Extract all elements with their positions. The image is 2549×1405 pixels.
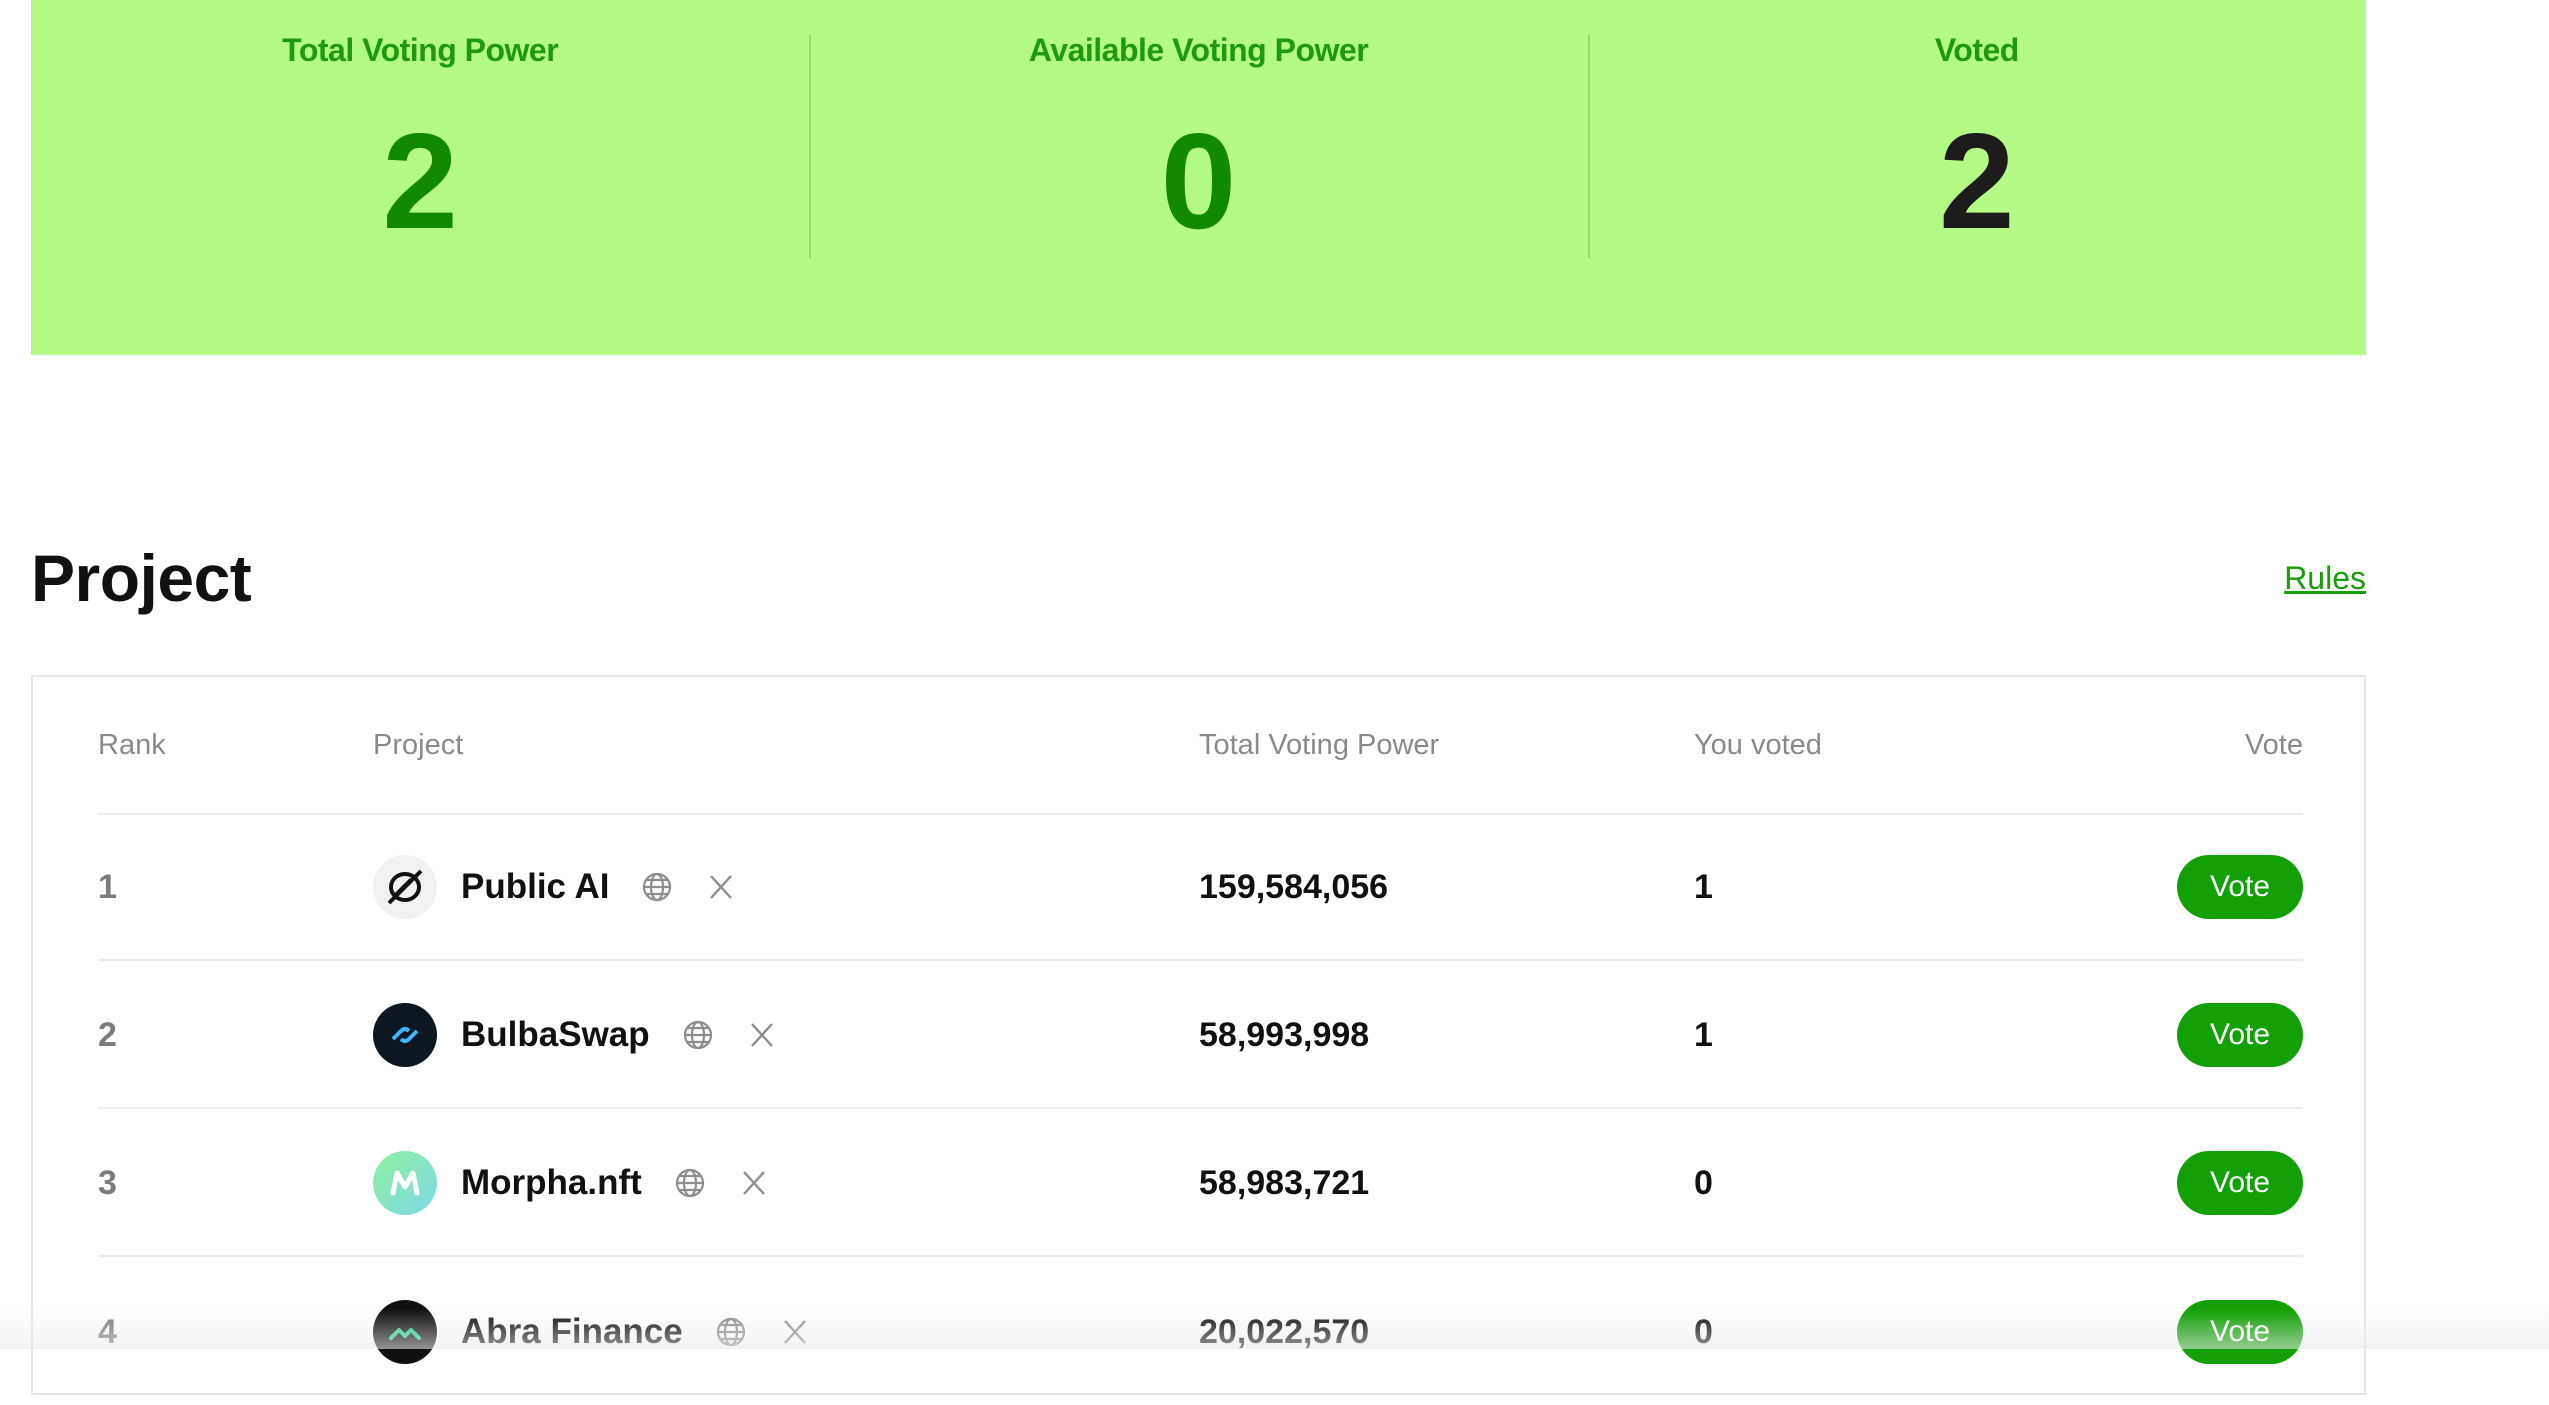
x-icon[interactable] <box>736 1165 772 1201</box>
globe-icon[interactable] <box>713 1314 749 1350</box>
total-voting-power-stat: Total Voting Power 2 <box>31 0 809 355</box>
morpha-logo-icon <box>373 1151 437 1215</box>
section-title: Project <box>31 540 251 616</box>
row-rank: 1 <box>98 868 117 906</box>
row-you-voted: 1 <box>1694 868 1713 906</box>
voted-stat: Voted 2 <box>1588 0 2366 355</box>
voted-value: 2 <box>1588 113 2366 249</box>
vote-button[interactable]: Vote <box>2177 1003 2303 1067</box>
voted-label: Voted <box>1588 32 2366 69</box>
rules-link[interactable]: Rules <box>2284 560 2366 597</box>
globe-icon[interactable] <box>639 869 675 905</box>
project-name: Public AI <box>461 867 609 907</box>
available-voting-power-value: 0 <box>809 113 1587 249</box>
table-row: 3 Morpha.nft 58,983,721 0 Vote <box>98 1111 2303 1257</box>
project-name: Morpha.nft <box>461 1163 642 1203</box>
row-you-voted: 0 <box>1694 1164 1713 1202</box>
x-icon[interactable] <box>777 1314 813 1350</box>
vote-button[interactable]: Vote <box>2177 855 2303 919</box>
globe-icon[interactable] <box>672 1165 708 1201</box>
row-rank: 4 <box>98 1313 117 1351</box>
row-you-voted: 1 <box>1694 1016 1713 1054</box>
abra-finance-logo-icon <box>373 1300 437 1364</box>
row-total-voting-power: 159,584,056 <box>1199 868 1388 906</box>
vote-button[interactable]: Vote <box>2177 1300 2303 1364</box>
table-row: 2 BulbaSwap 58,993,998 1 Vote <box>98 963 2303 1109</box>
available-voting-power-label: Available Voting Power <box>809 32 1587 69</box>
x-icon[interactable] <box>744 1017 780 1053</box>
table-header: Rank Project Total Voting Power You vote… <box>98 677 2303 815</box>
header-rank: Rank <box>98 729 373 762</box>
header-vote: Vote <box>2059 729 2303 762</box>
header-project: Project <box>373 729 1199 762</box>
header-total-voting-power: Total Voting Power <box>1199 729 1694 762</box>
total-voting-power-value: 2 <box>31 113 809 249</box>
globe-icon[interactable] <box>680 1017 716 1053</box>
row-total-voting-power: 20,022,570 <box>1199 1313 1369 1351</box>
header-you-voted: You voted <box>1694 729 2059 762</box>
row-rank: 3 <box>98 1164 117 1202</box>
row-rank: 2 <box>98 1016 117 1054</box>
voting-power-banner: Total Voting Power 2 Available Voting Po… <box>31 0 2366 355</box>
available-voting-power-stat: Available Voting Power 0 <box>809 0 1587 355</box>
vote-button[interactable]: Vote <box>2177 1151 2303 1215</box>
row-total-voting-power: 58,983,721 <box>1199 1164 1369 1202</box>
project-name: Abra Finance <box>461 1312 683 1352</box>
x-icon[interactable] <box>703 869 739 905</box>
public-ai-logo-icon <box>373 855 437 919</box>
table-row: 4 Abra Finance 20,022,570 0 Vote <box>98 1259 2303 1405</box>
total-voting-power-label: Total Voting Power <box>31 32 809 69</box>
project-table: Rank Project Total Voting Power You vote… <box>31 675 2366 1395</box>
project-name: BulbaSwap <box>461 1015 650 1055</box>
row-you-voted: 0 <box>1694 1313 1713 1351</box>
row-total-voting-power: 58,993,998 <box>1199 1016 1369 1054</box>
table-row: 1 Public AI 159,584,056 1 <box>98 815 2303 961</box>
bulbaswap-logo-icon <box>373 1003 437 1067</box>
